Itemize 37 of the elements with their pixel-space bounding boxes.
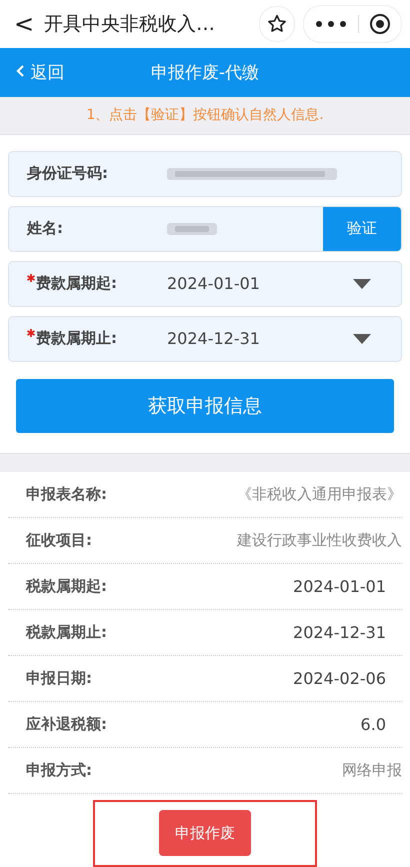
detail-value: 网络申报	[342, 760, 402, 780]
detail-label: 应补退税额:	[26, 714, 107, 734]
detail-value: 《非税收入通用申报表》	[237, 484, 402, 504]
close-target-icon[interactable]	[369, 12, 391, 35]
favorite-button[interactable]	[259, 6, 295, 42]
redacted-value	[167, 220, 217, 237]
field-label: 姓名:	[27, 219, 64, 238]
form-field[interactable]: 费款属期起: 2024-01-01	[8, 260, 402, 307]
detail-value: 2024-01-01	[293, 576, 387, 596]
field-label: 费款属期止:	[27, 329, 167, 348]
page-title: 开具中央非税收入…	[44, 12, 216, 37]
detail-label: 征收项目:	[26, 530, 92, 550]
date-value: 2024-01-01	[167, 274, 260, 294]
detail-value: 2024-12-31	[293, 622, 387, 642]
notice-text: 1、点击【验证】按钮确认自然人信息.	[86, 106, 324, 124]
star-icon	[266, 12, 288, 35]
detail-value: 6.0	[360, 714, 387, 734]
header-title: 申报作废-代缴	[150, 62, 260, 84]
detail-value: 2024-02-06	[293, 668, 387, 688]
form-field[interactable]: 费款属期止: 2024-12-31	[8, 316, 402, 362]
detail-label: 申报日期:	[26, 668, 92, 688]
date-value: 2024-12-31	[167, 329, 260, 348]
back-button[interactable]: <	[14, 10, 36, 38]
caret-icon	[353, 334, 371, 344]
chevron-left-icon	[16, 64, 25, 78]
detail-label: 税款属期止:	[26, 622, 107, 642]
void-button[interactable]: 申报作废	[159, 810, 251, 856]
form-field[interactable]: 姓名: 验证	[8, 206, 402, 252]
detail-value: 建设行政事业性收费收入	[237, 530, 402, 550]
more-icon[interactable]	[314, 20, 348, 28]
field-label: 费款属期起:	[27, 274, 167, 294]
detail-label: 申报表名称:	[26, 484, 107, 504]
caret-icon	[353, 278, 371, 289]
detail-label: 税款属期起:	[26, 576, 107, 596]
field-label: 身份证号码:	[27, 164, 109, 184]
form-field[interactable]: 身份证号码:	[8, 150, 402, 197]
detail-label: 申报方式:	[26, 760, 92, 780]
